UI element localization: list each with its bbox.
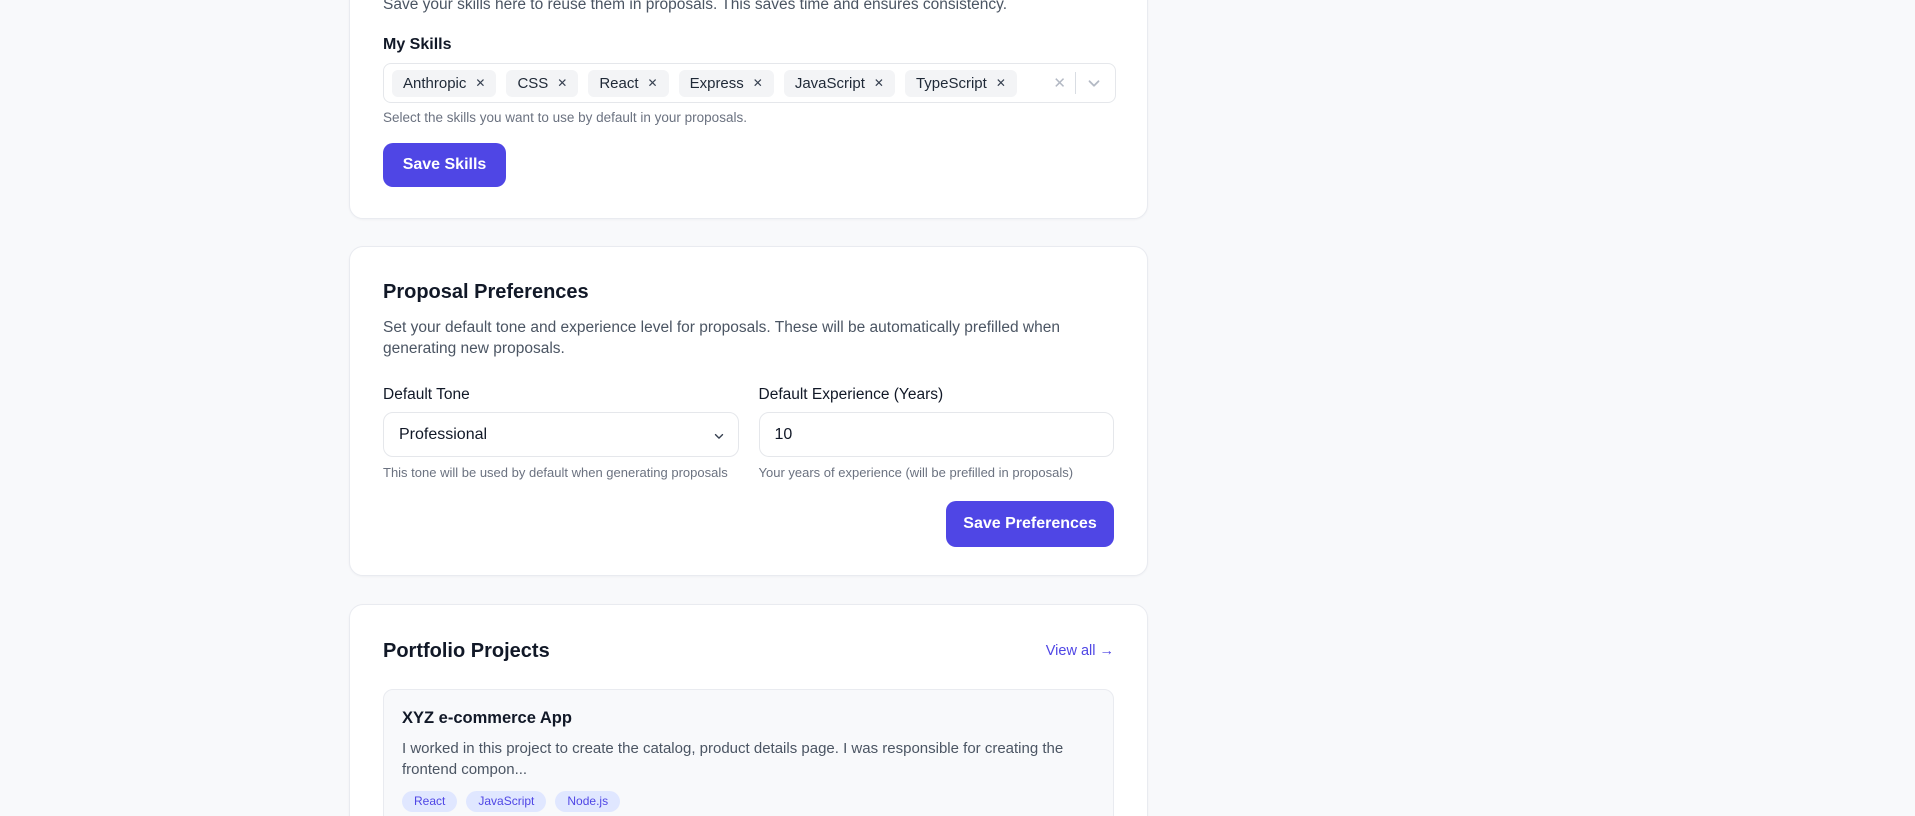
project-tag: React [402, 791, 457, 812]
indicator-separator [1075, 72, 1076, 94]
skill-tag: CSS ✕ [506, 70, 578, 97]
save-skills-button[interactable]: Save Skills [383, 143, 506, 187]
skill-tag-label: JavaScript [795, 75, 865, 92]
skill-tag-label: Express [690, 75, 744, 92]
default-experience-label: Default Experience (Years) [759, 385, 1115, 404]
default-tone-label: Default Tone [383, 385, 739, 404]
portfolio-title: Portfolio Projects [383, 638, 550, 664]
project-tag: Node.js [555, 791, 620, 812]
settings-page-content: Save your skills here to reuse them in p… [349, 0, 1148, 816]
skill-tag-label: React [599, 75, 638, 92]
project-description: I worked in this project to create the c… [402, 738, 1082, 780]
skill-tag-label: TypeScript [916, 75, 987, 92]
skill-tag: Anthropic ✕ [392, 70, 496, 97]
default-experience-field: Default Experience (Years) Your years of… [759, 385, 1115, 481]
portfolio-projects-card: Portfolio Projects View all → XYZ e-comm… [349, 604, 1148, 816]
preferences-description: Set your default tone and experience lev… [383, 317, 1098, 359]
default-tone-select[interactable]: Professional [383, 412, 739, 457]
project-tag: JavaScript [466, 791, 546, 812]
skill-tag: TypeScript ✕ [905, 70, 1017, 97]
remove-skill-icon[interactable]: ✕ [557, 77, 567, 89]
multiselect-indicators: ✕ [1053, 72, 1107, 94]
skills-multiselect[interactable]: Anthropic ✕ CSS ✕ React ✕ Express ✕ Java… [383, 63, 1116, 103]
remove-skill-icon[interactable]: ✕ [753, 77, 763, 89]
remove-skill-icon[interactable]: ✕ [996, 77, 1006, 89]
default-tone-field: Default Tone Professional This tone will… [383, 385, 739, 481]
view-all-link[interactable]: View all → [1046, 643, 1114, 659]
clear-all-icon[interactable]: ✕ [1053, 76, 1066, 91]
skills-helper-text: Select the skills you want to use by def… [383, 110, 747, 125]
skill-tag-label: Anthropic [403, 75, 466, 92]
proposal-preferences-card: Proposal Preferences Set your default to… [349, 246, 1148, 576]
preferences-form: Default Tone Professional This tone will… [383, 385, 1114, 481]
project-tag-list: React JavaScript Node.js [402, 791, 1095, 812]
save-preferences-button[interactable]: Save Preferences [946, 501, 1114, 547]
preferences-title: Proposal Preferences [383, 280, 1114, 304]
preferences-actions: Save Preferences [383, 501, 1114, 547]
skills-tag-list: Anthropic ✕ CSS ✕ React ✕ Express ✕ Java… [392, 70, 1053, 97]
skill-tag: Express ✕ [679, 70, 774, 97]
project-card[interactable]: XYZ e-commerce App I worked in this proj… [383, 689, 1114, 816]
skill-tag: React ✕ [588, 70, 668, 97]
default-experience-helper: Your years of experience (will be prefil… [759, 465, 1115, 481]
skills-intro-text: Save your skills here to reuse them in p… [383, 0, 1113, 15]
default-tone-helper: This tone will be used by default when g… [383, 465, 739, 481]
my-skills-label: My Skills [383, 36, 451, 54]
skill-tag: JavaScript ✕ [784, 70, 895, 97]
skill-tag-label: CSS [517, 75, 548, 92]
chevron-down-icon[interactable] [1085, 74, 1103, 92]
remove-skill-icon[interactable]: ✕ [475, 77, 485, 89]
default-experience-input[interactable] [759, 412, 1115, 457]
remove-skill-icon[interactable]: ✕ [874, 77, 884, 89]
skills-card: Save your skills here to reuse them in p… [349, 0, 1148, 219]
remove-skill-icon[interactable]: ✕ [648, 77, 658, 89]
project-name: XYZ e-commerce App [402, 708, 1095, 728]
portfolio-header: Portfolio Projects View all → [383, 638, 1114, 664]
